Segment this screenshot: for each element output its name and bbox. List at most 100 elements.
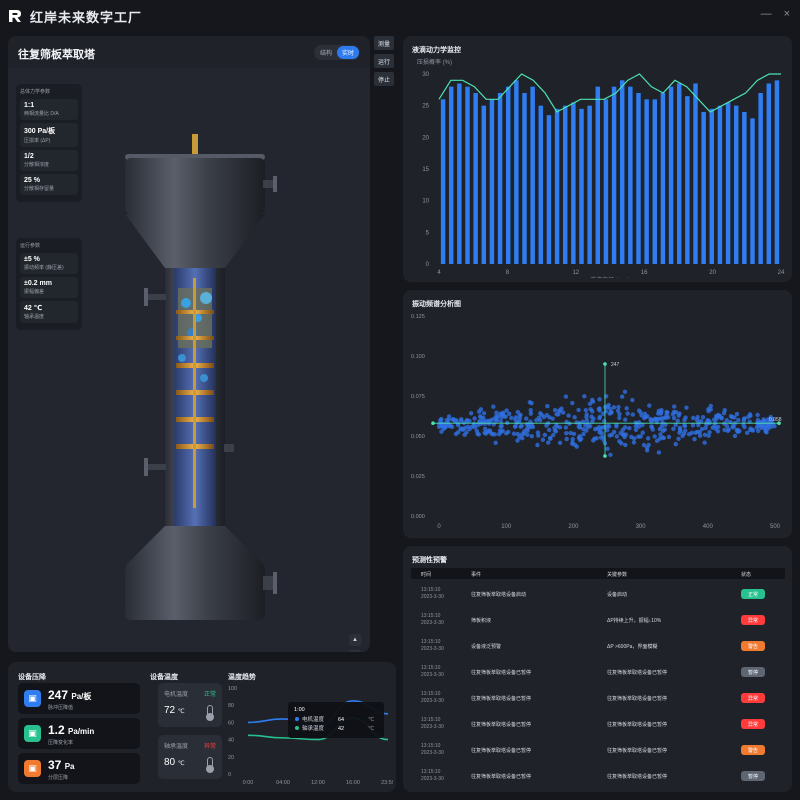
scatter-point	[676, 436, 681, 441]
vibration-scatter-chart[interactable]: 0.125 0.100 0.075 0.050 0.025 0.000 0 100 200 300…	[403, 308, 792, 536]
warning-row[interactable]: 13:15:10 2023-3-30 往复筛板萃取塔设备已暂停 往复筛板萃取塔设备已暂…	[411, 711, 785, 737]
minimize-icon[interactable]: —	[761, 8, 772, 20]
scatter-point	[494, 410, 499, 415]
scatter-point	[619, 441, 624, 446]
x-tick-label: 400	[703, 524, 714, 530]
y-tick-label: 40	[228, 738, 234, 744]
run-params-caption: 运行参数	[20, 243, 41, 249]
status-badge: 异常	[741, 615, 765, 625]
scatter-point	[571, 431, 577, 437]
warning-event: 筛板积液	[471, 618, 492, 624]
scatter-point	[681, 431, 687, 436]
y-tick-label: 0.100	[411, 354, 425, 360]
x-tick-label: 500	[770, 524, 781, 530]
x-axis-label: 液滴直径 (mm)	[590, 276, 630, 278]
scatter-point	[472, 416, 477, 421]
close-icon[interactable]: ×	[784, 8, 790, 20]
scatter-point	[499, 423, 504, 429]
scatter-point	[614, 434, 620, 439]
droplet-bar-chart[interactable]: 压损概率 (%) 30 25 20 15 10 5 0 4 8 12 16 20 24 液滴直径 (mm)	[403, 54, 792, 278]
scatter-point	[506, 429, 511, 435]
run-param-item: ±5 % 振动频率 (静压差)	[20, 253, 78, 274]
scatter-point	[491, 404, 496, 409]
scatter-point	[649, 424, 654, 429]
warning-row[interactable]: 13:15:10 2023-3-30 往复筛板萃取塔设备已暂停 往复筛板萃取塔设备已暂…	[411, 763, 785, 789]
scatter-point	[538, 411, 543, 416]
struct-param-item: 1:1 两相流量比 D/A	[20, 99, 78, 120]
warning-param: ΔP持续上升，振幅↓10%	[607, 618, 662, 624]
warning-row[interactable]: 13:15:10 2023-3-30 设备液泛预警 ΔP >600Pa，界面模糊 警告	[411, 633, 785, 659]
warning-row[interactable]: 13:15:10 2023-3-30 筛板积液 ΔP持续上升，振幅↓10% 异常	[411, 607, 785, 633]
scatter-point	[611, 405, 617, 410]
scatter-point	[652, 434, 657, 439]
warning-event: 往复筛板萃取塔设备已暂停	[471, 774, 532, 780]
pressure-value: 1.2 Pa/min	[48, 723, 94, 737]
scatter-point	[577, 437, 583, 443]
scatter-point	[659, 424, 665, 429]
thermometer-icon	[206, 757, 214, 773]
y-tick-label: 25	[422, 104, 429, 110]
scatter-point	[653, 416, 658, 421]
x-tick-label: 4	[437, 270, 441, 276]
stop-button[interactable]: 停止	[374, 72, 394, 86]
scatter-point	[684, 405, 689, 410]
pressure-unit: Pa/板	[71, 692, 92, 701]
scatter-point	[559, 406, 564, 411]
temperature-value: 72 ℃	[164, 705, 185, 716]
warning-time: 13:15:10	[421, 613, 441, 619]
pressure-card: ▣ 1.2 Pa/min 压降变化率	[18, 718, 140, 749]
scatter-point	[616, 404, 621, 410]
scatter-point	[492, 432, 498, 437]
scatter-point	[630, 397, 635, 403]
y-tick-label: 30	[422, 72, 429, 78]
y-tick-label: 20	[422, 135, 429, 141]
measure-button[interactable]: 测量	[374, 36, 394, 50]
scatter-point	[706, 406, 711, 412]
scatter-point	[509, 415, 514, 421]
run-button[interactable]: 运行	[374, 54, 394, 68]
y-tick-label: 0.050	[411, 434, 425, 440]
scatter-point	[690, 415, 696, 421]
scatter-point	[524, 426, 530, 432]
pressure-label: 压降变化率	[48, 740, 74, 746]
scatter-point	[517, 435, 522, 440]
viewer-3d-area[interactable]: 总体力学参数 1:1 两相流量比 D/A 300 Pa/板 压损率 (ΔP) 1/2 分散…	[8, 68, 370, 652]
toggle-realtime[interactable]: 实时	[336, 46, 359, 59]
scatter-point	[660, 435, 665, 440]
warning-row[interactable]: 13:15:10 2023-3-30 往复筛板萃取塔设备已暂停 往复筛板萃取塔设备已暂…	[411, 737, 785, 763]
pump-icon: ▣	[24, 690, 41, 707]
warning-row[interactable]: 13:15:10 2023-3-30 往复筛板萃取塔设备启动 设备启动 正常	[411, 581, 785, 607]
scatter-point	[671, 426, 676, 432]
warning-row[interactable]: 13:15:10 2023-3-30 往复筛板萃取塔设备已暂停 往复筛板萃取塔设备已暂…	[411, 659, 785, 685]
toggle-structure[interactable]: 结构	[315, 46, 337, 59]
scatter-point	[450, 417, 456, 422]
header-time: 时间	[421, 572, 432, 578]
lock-icon[interactable]: 🔒	[349, 650, 361, 652]
x-tick-label: 100	[501, 524, 512, 530]
pressure-number: 37	[48, 758, 62, 772]
scatter-point	[677, 411, 682, 416]
scatter-point	[548, 436, 553, 441]
warning-date: 2023-3-30	[421, 620, 444, 626]
temperature-trend-chart[interactable]: 100 80 60 40 20 0 0:00 04:00 12:00 16:00 23:59 1:00…	[228, 682, 393, 788]
view-mode-toggle[interactable]: 结构 实时	[313, 45, 360, 60]
app-title: 红岸未来数字工厂	[30, 9, 143, 25]
warning-event: 往复筛板萃取塔设备启动	[471, 592, 527, 598]
x-tick-label: 200	[568, 524, 579, 530]
scatter-point	[587, 401, 593, 407]
trend-title: 温度趋势	[228, 674, 256, 681]
bar	[457, 83, 462, 264]
scatter-point	[689, 430, 695, 436]
warning-date: 2023-3-30	[421, 750, 444, 756]
scatter-point	[666, 415, 671, 420]
scatter-point	[458, 418, 464, 423]
app-logo-icon	[9, 10, 21, 22]
scatter-point	[462, 432, 467, 438]
scroll-up-button[interactable]: ▲	[349, 634, 361, 646]
status-badge: 暂停	[741, 771, 765, 781]
pressure-value: 37 Pa	[48, 758, 75, 772]
bar	[522, 93, 527, 264]
warning-row[interactable]: 13:15:10 2023-3-30 往复筛板萃取塔设备已暂停 往复筛板萃取塔设备已暂…	[411, 685, 785, 711]
scatter-point	[736, 417, 741, 423]
pressure-value: 247 Pa/板	[48, 688, 91, 702]
